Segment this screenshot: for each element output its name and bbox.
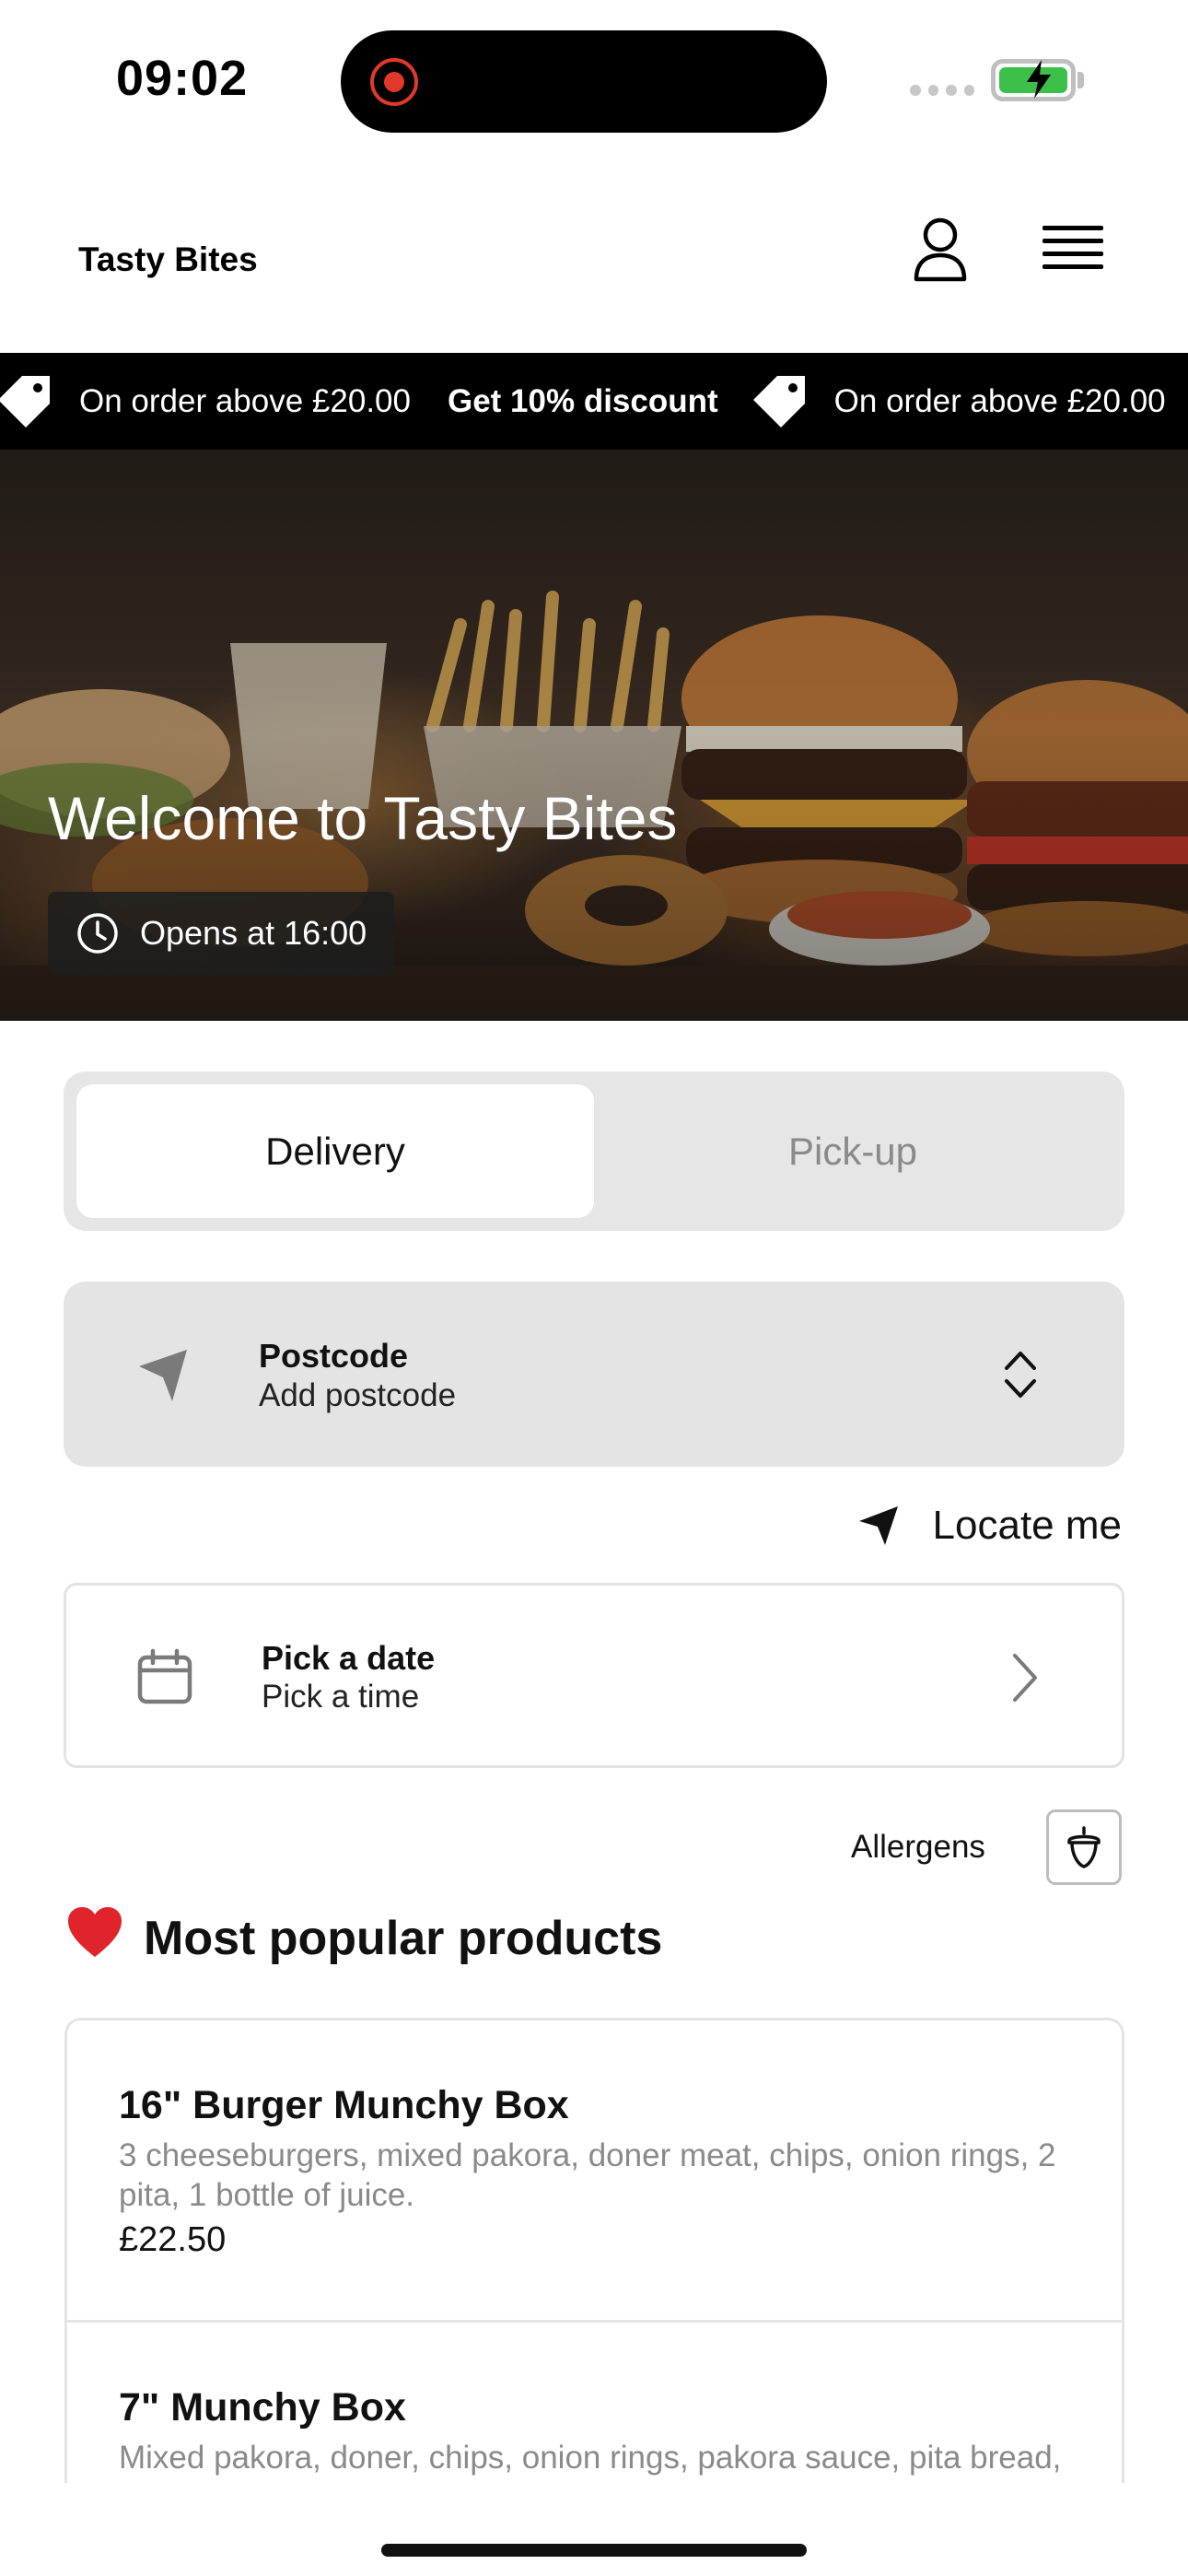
- allergen-filter-button[interactable]: [1046, 1809, 1122, 1885]
- tag-icon: [0, 375, 50, 427]
- product-list: 16" Burger Munchy Box 3 cheeseburgers, m…: [64, 2018, 1124, 2483]
- product-description: Mixed pakora, doner, chips, onion rings,…: [119, 2440, 1062, 2483]
- calendar-icon: [137, 1648, 192, 1704]
- product-name: 7" Munchy Box: [119, 2385, 406, 2430]
- product-card[interactable]: 7" Munchy Box Mixed pakora, doner, chips…: [67, 2320, 1122, 2483]
- promo-discount: Get 10% discount: [447, 382, 718, 419]
- product-name: 16" Burger Munchy Box: [119, 2083, 569, 2127]
- promo-item: On order above £20.00: [0, 372, 411, 431]
- pick-date-label: Pick a date: [262, 1639, 436, 1677]
- order-mode-toggle: Delivery Pick-up: [64, 1071, 1124, 1231]
- dynamic-island: [341, 30, 827, 133]
- chevron-right-icon: [1013, 1654, 1037, 1702]
- app-header: Tasty Bites: [0, 161, 1188, 353]
- popular-products-title: Most popular products: [66, 1905, 662, 1971]
- postcode-label: Postcode: [259, 1337, 409, 1375]
- product-card[interactable]: 16" Burger Munchy Box 3 cheeseburgers, m…: [67, 2020, 1122, 2320]
- tag-icon: [752, 375, 805, 427]
- locate-me-label: Locate me: [932, 1503, 1122, 1548]
- heart-icon: [66, 1905, 123, 1971]
- battery-cap: [1077, 72, 1084, 88]
- promo-text: On order above £20.00: [79, 382, 411, 419]
- hamburger-menu-icon[interactable]: [1042, 226, 1103, 281]
- hero-title: Welcome to Tasty Bites: [48, 784, 678, 852]
- promo-item: Get 10% discount On order above £20.00: [448, 372, 1166, 431]
- home-indicator[interactable]: [381, 2544, 807, 2557]
- battery-icon: [991, 59, 1076, 101]
- brand-name[interactable]: Tasty Bites: [78, 240, 258, 279]
- product-price: £22.50: [119, 2220, 227, 2259]
- chevron-up-down-icon: [1005, 1352, 1036, 1398]
- pick-time-value: Pick a time: [262, 1679, 420, 1715]
- pick-date-selector[interactable]: Pick a date Pick a time: [64, 1583, 1124, 1768]
- opening-hours-badge: Opens at 16:00: [48, 892, 395, 975]
- status-time: 09:02: [116, 51, 249, 106]
- location-arrow-icon: [139, 1350, 187, 1401]
- promo-banner: On order above £20.00 Get 10% discount O…: [0, 353, 1188, 450]
- product-description: 3 cheeseburgers, mixed pakora, doner mea…: [119, 2137, 1056, 2213]
- location-arrow-icon: [858, 1506, 898, 1545]
- recording-icon: [370, 58, 418, 106]
- clock-icon: [77, 913, 118, 954]
- signal-icon: [910, 85, 974, 96]
- delivery-option[interactable]: Delivery: [76, 1084, 594, 1218]
- allergens-label: Allergens: [851, 1829, 985, 1865]
- promo-text: On order above £20.00: [833, 382, 1166, 419]
- opening-hours-text: Opens at 16:00: [140, 914, 367, 952]
- locate-me-button[interactable]: Locate me: [857, 1498, 1122, 1553]
- status-bar: 09:02: [0, 0, 1188, 161]
- hero-banner: Welcome to Tasty Bites Opens at 16:00: [0, 450, 1188, 1021]
- popular-products-heading: Most popular products: [144, 1911, 663, 1965]
- acorn-icon: [1067, 1826, 1101, 1868]
- user-icon[interactable]: [912, 217, 985, 299]
- postcode-selector[interactable]: Postcode Add postcode: [64, 1282, 1124, 1467]
- postcode-value: Add postcode: [259, 1377, 457, 1413]
- pickup-option[interactable]: Pick-up: [594, 1084, 1112, 1218]
